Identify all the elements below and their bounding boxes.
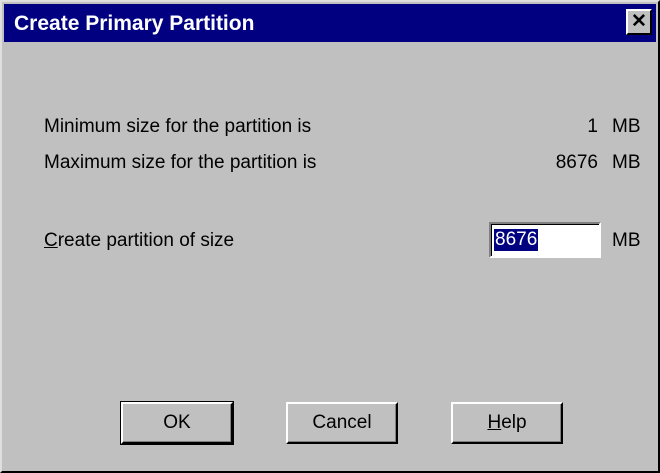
min-size-label: Minimum size for the partition is <box>44 116 312 137</box>
help-button-label: elp <box>501 412 527 433</box>
min-size-value: 1 <box>587 116 598 137</box>
max-size-value: 8676 <box>555 152 598 173</box>
ok-button[interactable]: OK <box>120 401 234 445</box>
max-size-label: Maximum size for the partition is <box>44 152 317 173</box>
partition-size-unit: MB <box>612 230 641 251</box>
help-button[interactable]: Help <box>451 402 563 444</box>
min-size-unit: MB <box>612 116 641 137</box>
cancel-button-label: Cancel <box>312 412 372 433</box>
partition-size-label-text: reate partition of size <box>57 230 235 251</box>
dialog-title: Create Primary Partition <box>14 12 255 35</box>
ok-button-label: OK <box>163 412 191 433</box>
max-size-unit: MB <box>612 152 641 173</box>
cancel-button[interactable]: Cancel <box>286 402 398 444</box>
create-partition-dialog: Create Primary Partition ✕ Minimum size … <box>0 0 660 473</box>
partition-size-input[interactable]: 8676 <box>489 222 601 258</box>
help-button-mnemonic: H <box>487 412 502 433</box>
close-icon: ✕ <box>631 11 647 32</box>
partition-size-label-mnemonic: C <box>44 230 58 251</box>
title-bar[interactable]: Create Primary Partition ✕ <box>4 4 656 42</box>
partition-size-label: Create partition of size <box>44 230 234 252</box>
partition-size-value: 8676 <box>494 229 539 251</box>
close-button[interactable]: ✕ <box>626 9 652 35</box>
